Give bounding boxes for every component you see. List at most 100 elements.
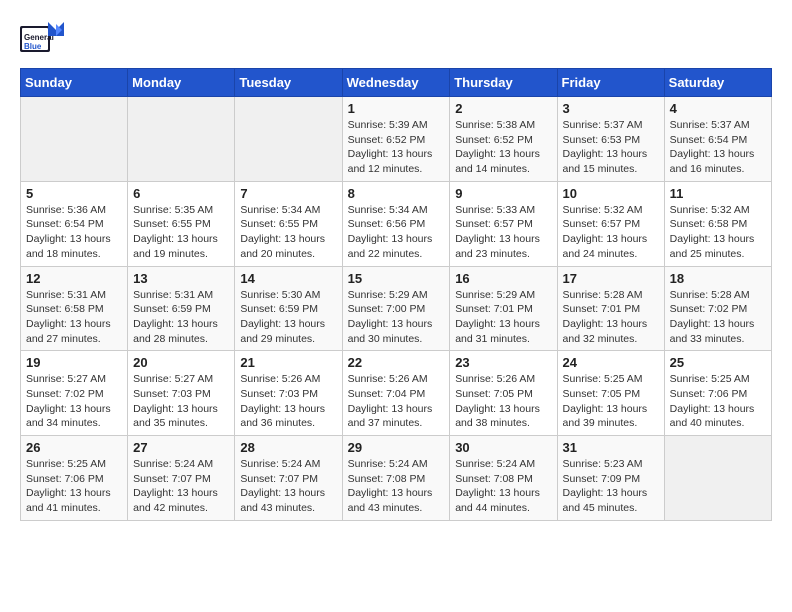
calendar-cell: 7 Sunrise: 5:34 AM Sunset: 6:55 PM Daylig… (235, 181, 342, 266)
weekday-header: Wednesday (342, 69, 450, 97)
calendar-cell: 8Sunrise: 5:34 AM Sunset: 6:56 PM Daylig… (342, 181, 450, 266)
calendar-cell: 9 Sunrise: 5:33 AM Sunset: 6:57 PM Daylig… (450, 181, 557, 266)
weekday-header: Friday (557, 69, 664, 97)
calendar-cell: 15 Sunrise: 5:29 AM Sunset: 7:00 PM Dayli… (342, 266, 450, 351)
day-number: 21 (240, 355, 336, 370)
day-info: Sunrise: 5:24 AM Sunset: 7:08 PM Dayligh… (455, 457, 551, 516)
calendar-cell: 5 Sunrise: 5:36 AM Sunset: 6:54 PM Daylig… (21, 181, 128, 266)
day-number: 23 (455, 355, 551, 370)
day-number: 11 (670, 186, 766, 201)
day-info: Sunrise: 5:38 AM Sunset: 6:52 PM Dayligh… (455, 118, 551, 177)
calendar-cell: 24 Sunrise: 5:25 AM Sunset: 7:05 PM Dayli… (557, 351, 664, 436)
day-info: Sunrise: 5:32 AM Sunset: 6:57 PM Dayligh… (563, 203, 659, 262)
day-info: Sunrise: 5:39 AM Sunset: 6:52 PM Dayligh… (348, 118, 445, 177)
day-info: Sunrise: 5:25 AM Sunset: 7:06 PM Dayligh… (670, 372, 766, 431)
day-number: 30 (455, 440, 551, 455)
day-info: Sunrise: 5:33 AM Sunset: 6:57 PM Dayligh… (455, 203, 551, 262)
day-number: 31 (563, 440, 659, 455)
calendar-cell: 13 Sunrise: 5:31 AM Sunset: 6:59 PM Dayli… (128, 266, 235, 351)
calendar-cell (128, 97, 235, 182)
day-number: 1 (348, 101, 445, 116)
day-number: 20 (133, 355, 229, 370)
day-info: Sunrise: 5:26 AM Sunset: 7:03 PM Dayligh… (240, 372, 336, 431)
day-number: 14 (240, 271, 336, 286)
day-number: 28 (240, 440, 336, 455)
day-info: Sunrise: 5:25 AM Sunset: 7:06 PM Dayligh… (26, 457, 122, 516)
day-number: 19 (26, 355, 122, 370)
calendar-cell: 6 Sunrise: 5:35 AM Sunset: 6:55 PM Daylig… (128, 181, 235, 266)
day-info: Sunrise: 5:28 AM Sunset: 7:01 PM Dayligh… (563, 288, 659, 347)
calendar-cell: 4 Sunrise: 5:37 AM Sunset: 6:54 PM Daylig… (664, 97, 771, 182)
day-number: 2 (455, 101, 551, 116)
page-header: General Blue (20, 20, 772, 58)
calendar-table: SundayMondayTuesdayWednesdayThursdayFrid… (20, 68, 772, 521)
calendar-week-row: 19 Sunrise: 5:27 AM Sunset: 7:02 PM Dayli… (21, 351, 772, 436)
day-number: 9 (455, 186, 551, 201)
day-number: 15 (348, 271, 445, 286)
svg-text:Blue: Blue (24, 42, 42, 51)
day-info: Sunrise: 5:23 AM Sunset: 7:09 PM Dayligh… (563, 457, 659, 516)
day-number: 24 (563, 355, 659, 370)
day-info: Sunrise: 5:34 AM Sunset: 6:55 PM Dayligh… (240, 203, 336, 262)
day-info: Sunrise: 5:25 AM Sunset: 7:05 PM Dayligh… (563, 372, 659, 431)
calendar-cell: 19 Sunrise: 5:27 AM Sunset: 7:02 PM Dayli… (21, 351, 128, 436)
weekday-header: Sunday (21, 69, 128, 97)
day-info: Sunrise: 5:37 AM Sunset: 6:54 PM Dayligh… (670, 118, 766, 177)
calendar-cell: 14 Sunrise: 5:30 AM Sunset: 6:59 PM Dayli… (235, 266, 342, 351)
day-number: 6 (133, 186, 229, 201)
logo: General Blue (20, 20, 68, 58)
calendar-cell: 11Sunrise: 5:32 AM Sunset: 6:58 PM Dayli… (664, 181, 771, 266)
day-number: 5 (26, 186, 122, 201)
calendar-cell: 27 Sunrise: 5:24 AM Sunset: 7:07 PM Dayli… (128, 436, 235, 521)
calendar-week-row: 1 Sunrise: 5:39 AM Sunset: 6:52 PM Daylig… (21, 97, 772, 182)
day-info: Sunrise: 5:30 AM Sunset: 6:59 PM Dayligh… (240, 288, 336, 347)
calendar-cell: 2 Sunrise: 5:38 AM Sunset: 6:52 PM Daylig… (450, 97, 557, 182)
calendar-header-row: SundayMondayTuesdayWednesdayThursdayFrid… (21, 69, 772, 97)
day-number: 10 (563, 186, 659, 201)
day-info: Sunrise: 5:24 AM Sunset: 7:07 PM Dayligh… (133, 457, 229, 516)
day-number: 4 (670, 101, 766, 116)
calendar-week-row: 26 Sunrise: 5:25 AM Sunset: 7:06 PM Dayli… (21, 436, 772, 521)
calendar-cell: 16 Sunrise: 5:29 AM Sunset: 7:01 PM Dayli… (450, 266, 557, 351)
calendar-cell: 29Sunrise: 5:24 AM Sunset: 7:08 PM Dayli… (342, 436, 450, 521)
day-number: 8 (348, 186, 445, 201)
calendar-week-row: 12Sunrise: 5:31 AM Sunset: 6:58 PM Dayli… (21, 266, 772, 351)
day-number: 26 (26, 440, 122, 455)
day-info: Sunrise: 5:29 AM Sunset: 7:00 PM Dayligh… (348, 288, 445, 347)
day-info: Sunrise: 5:37 AM Sunset: 6:53 PM Dayligh… (563, 118, 659, 177)
day-info: Sunrise: 5:31 AM Sunset: 6:59 PM Dayligh… (133, 288, 229, 347)
day-number: 7 (240, 186, 336, 201)
calendar-cell: 22Sunrise: 5:26 AM Sunset: 7:04 PM Dayli… (342, 351, 450, 436)
weekday-header: Saturday (664, 69, 771, 97)
logo-icon: General Blue (20, 20, 68, 58)
day-number: 3 (563, 101, 659, 116)
calendar-cell: 17 Sunrise: 5:28 AM Sunset: 7:01 PM Dayli… (557, 266, 664, 351)
day-info: Sunrise: 5:27 AM Sunset: 7:02 PM Dayligh… (26, 372, 122, 431)
day-info: Sunrise: 5:36 AM Sunset: 6:54 PM Dayligh… (26, 203, 122, 262)
day-number: 17 (563, 271, 659, 286)
day-info: Sunrise: 5:26 AM Sunset: 7:04 PM Dayligh… (348, 372, 445, 431)
day-info: Sunrise: 5:35 AM Sunset: 6:55 PM Dayligh… (133, 203, 229, 262)
calendar-cell: 3 Sunrise: 5:37 AM Sunset: 6:53 PM Daylig… (557, 97, 664, 182)
calendar-cell: 18Sunrise: 5:28 AM Sunset: 7:02 PM Dayli… (664, 266, 771, 351)
day-info: Sunrise: 5:24 AM Sunset: 7:07 PM Dayligh… (240, 457, 336, 516)
day-number: 13 (133, 271, 229, 286)
calendar-cell: 23 Sunrise: 5:26 AM Sunset: 7:05 PM Dayli… (450, 351, 557, 436)
calendar-cell (21, 97, 128, 182)
calendar-cell: 28 Sunrise: 5:24 AM Sunset: 7:07 PM Dayli… (235, 436, 342, 521)
day-info: Sunrise: 5:26 AM Sunset: 7:05 PM Dayligh… (455, 372, 551, 431)
day-number: 16 (455, 271, 551, 286)
day-number: 27 (133, 440, 229, 455)
calendar-cell: 1 Sunrise: 5:39 AM Sunset: 6:52 PM Daylig… (342, 97, 450, 182)
calendar-cell: 20Sunrise: 5:27 AM Sunset: 7:03 PM Dayli… (128, 351, 235, 436)
day-number: 12 (26, 271, 122, 286)
day-number: 18 (670, 271, 766, 286)
calendar-cell: 25Sunrise: 5:25 AM Sunset: 7:06 PM Dayli… (664, 351, 771, 436)
calendar-cell: 26 Sunrise: 5:25 AM Sunset: 7:06 PM Dayli… (21, 436, 128, 521)
calendar-cell: 30 Sunrise: 5:24 AM Sunset: 7:08 PM Dayli… (450, 436, 557, 521)
calendar-cell (235, 97, 342, 182)
calendar-cell: 12Sunrise: 5:31 AM Sunset: 6:58 PM Dayli… (21, 266, 128, 351)
day-info: Sunrise: 5:29 AM Sunset: 7:01 PM Dayligh… (455, 288, 551, 347)
calendar-cell: 21 Sunrise: 5:26 AM Sunset: 7:03 PM Dayli… (235, 351, 342, 436)
calendar-cell (664, 436, 771, 521)
